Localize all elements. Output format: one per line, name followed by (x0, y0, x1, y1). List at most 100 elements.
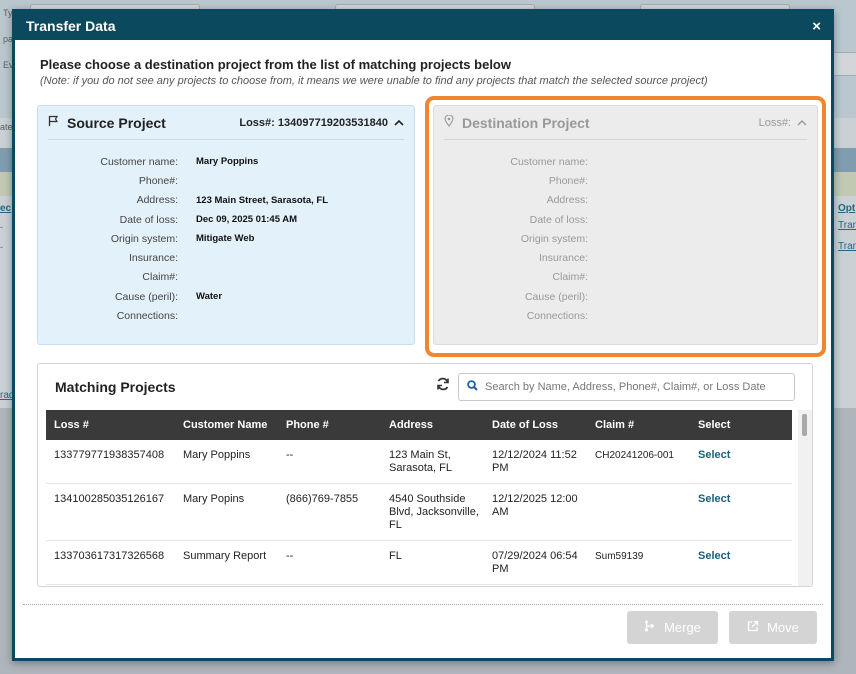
cell-claim: CH20241206-001 (587, 440, 690, 484)
cell-loss: 133779771938357408 (46, 440, 175, 484)
note-text: (Note: if you do not see any projects to… (40, 75, 708, 87)
field-row: Cause (peril): Water (38, 287, 414, 306)
matching-projects-panel: Matching Projects Loss # Customer Name P… (37, 363, 813, 587)
matching-projects-table: Loss # Customer Name Phone # Address Dat… (46, 410, 792, 585)
source-loss-label: Loss#: 134097719203531840 (239, 116, 388, 129)
move-button[interactable]: Move (729, 611, 817, 644)
field-value: Dec 09, 2025 01:45 AM (196, 214, 298, 226)
column-header: Address (389, 419, 434, 431)
destination-card-header: Destination Project Loss#: (444, 106, 807, 140)
cell-address: FL (381, 540, 484, 585)
field-row: Date of loss: Dec 09, 2025 01:45 AM (38, 210, 414, 229)
field-label: Insurance: (128, 252, 178, 265)
field-label: Connections: (116, 310, 178, 323)
cell-date-of-loss: 12/12/2025 12:00 AM (484, 483, 587, 541)
field-label: Address: (546, 194, 588, 207)
destination-project-card[interactable]: Destination Project Loss#: Customer name… (433, 105, 818, 345)
column-header: Claim # (595, 419, 635, 431)
table-header-row: Loss # Customer Name Phone # Address Dat… (46, 410, 792, 440)
cell-claim (587, 483, 690, 541)
field-row: Customer name: (434, 152, 817, 171)
field-row: Claim#: (434, 268, 817, 287)
external-link-icon (747, 620, 759, 635)
cell-date-of-loss: 12/12/2024 11:52 PM (484, 440, 587, 484)
map-pin-icon (444, 114, 454, 130)
modal-title: Transfer Data (26, 18, 116, 34)
source-project-title: Source Project (67, 114, 166, 131)
field-label: Phone#: (548, 174, 588, 187)
destination-loss-number[interactable]: Loss#: (759, 117, 807, 129)
field-row: Date of loss: (434, 210, 817, 229)
field-row: Insurance: (434, 248, 817, 267)
field-row: Cause (peril): (434, 287, 817, 306)
chevron-up-icon[interactable] (394, 117, 404, 129)
field-label: Origin system: (110, 232, 178, 245)
merge-label: Merge (664, 620, 701, 635)
cell-select: Select (690, 483, 792, 541)
footer-divider (23, 604, 823, 605)
select-link[interactable]: Select (698, 550, 730, 562)
merge-button[interactable]: Merge (627, 611, 718, 644)
field-label: Address: (136, 194, 178, 207)
merge-icon (644, 620, 656, 635)
field-row: Connections: (38, 306, 414, 325)
column-header: Customer Name (183, 419, 268, 431)
cell-customer-name: Mary Poppins (175, 440, 278, 484)
field-row: Origin system: (434, 229, 817, 248)
search-icon (459, 380, 485, 394)
source-field-list: Customer name: Mary Poppins Phone#: Address… (38, 152, 414, 326)
field-value: Water (196, 291, 223, 303)
column-header: Select (698, 419, 731, 431)
cell-customer-name: Summary Report (175, 540, 278, 585)
cell-claim: Sum59139 (587, 540, 690, 585)
search-box[interactable] (458, 373, 795, 401)
cell-address: 4540 Southside Blvd, Jacksonville, FL (381, 483, 484, 541)
field-label: Cause (peril): (524, 290, 588, 303)
source-project-card: Source Project Loss#: 134097719203531840… (37, 105, 415, 345)
cell-phone: -- (278, 440, 381, 484)
select-link[interactable]: Select (698, 493, 730, 505)
cell-loss: 134100285035126167 (46, 483, 175, 541)
cell-customer-name: Mary Popins (175, 483, 278, 541)
cell-select: Select (690, 440, 792, 484)
destination-loss-label: Loss#: (758, 116, 791, 129)
table-row: 134100285035126167 Mary Popins (866)769-… (46, 483, 792, 541)
instruction-text: Please choose a destination project from… (40, 57, 511, 72)
field-row: Origin system: Mitigate Web (38, 229, 414, 248)
close-icon[interactable]: × (812, 18, 821, 35)
field-label: Customer name: (100, 155, 178, 168)
field-row: Customer name: Mary Poppins (38, 152, 414, 171)
field-value: Mitigate Web (196, 233, 255, 245)
matching-projects-title: Matching Projects (55, 379, 176, 395)
field-row: Phone#: (434, 171, 817, 190)
move-label: Move (767, 620, 799, 635)
source-card-header: Source Project Loss#: 134097719203531840 (48, 106, 404, 140)
search-input[interactable] (485, 381, 794, 393)
scrollbar-thumb[interactable] (802, 414, 807, 436)
table-scrollbar[interactable] (798, 410, 812, 586)
field-label: Insurance: (538, 252, 588, 265)
cell-date-of-loss: 07/29/2024 06:54 PM (484, 540, 587, 585)
field-label: Date of loss: (119, 213, 178, 226)
cell-address: 123 Main St, Sarasota, FL (381, 440, 484, 484)
chevron-up-icon[interactable] (797, 117, 807, 129)
transfer-data-modal: Transfer Data × Please choose a destinat… (12, 9, 834, 661)
field-row: Insurance: (38, 248, 414, 267)
table-row: 133779771938357408 Mary Poppins -- 123 M… (46, 440, 792, 484)
destination-project-title: Destination Project (462, 114, 590, 131)
field-label: Origin system: (520, 232, 588, 245)
field-label: Claim#: (142, 271, 178, 284)
field-label: Cause (peril): (114, 290, 178, 303)
cell-phone: (866)769-7855 (278, 483, 381, 541)
field-value: 123 Main Street, Sarasota, FL (196, 194, 328, 206)
refresh-icon[interactable] (436, 377, 450, 395)
field-value: Mary Poppins (196, 156, 259, 168)
column-header: Phone # (286, 419, 329, 431)
field-label: Connections: (526, 310, 588, 323)
source-loss-number[interactable]: Loss#: 134097719203531840 (239, 117, 404, 129)
column-header: Loss # (54, 419, 89, 431)
column-header: Date of Loss (492, 419, 559, 431)
field-row: Phone#: (38, 171, 414, 190)
field-label: Claim#: (552, 271, 588, 284)
select-link[interactable]: Select (698, 449, 730, 461)
